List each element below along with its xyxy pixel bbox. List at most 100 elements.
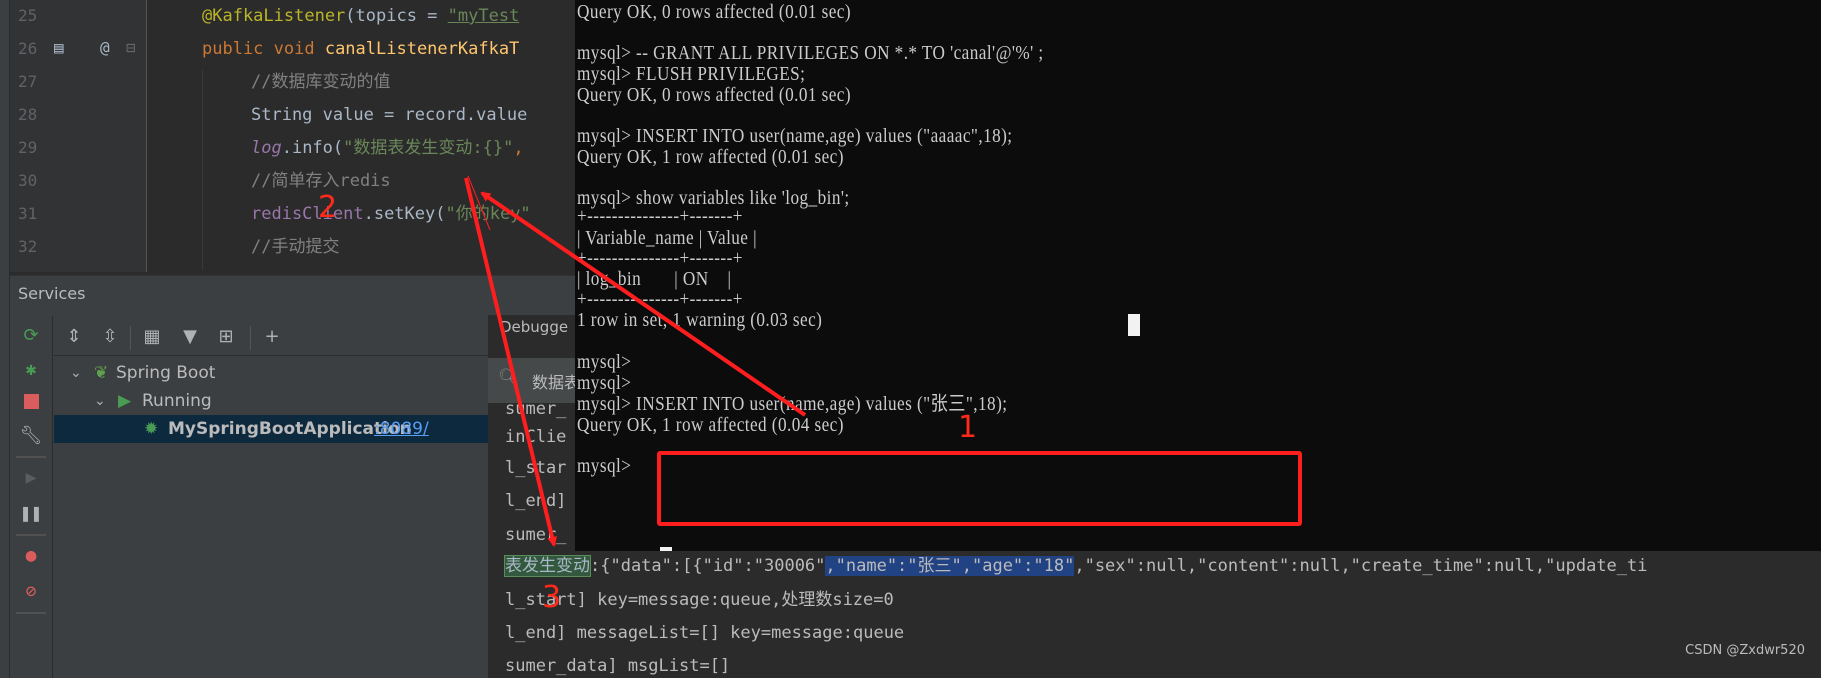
- chevron-down-icon[interactable]: ⌄: [70, 359, 82, 387]
- console-line: sumer_: [505, 399, 567, 419]
- expand-all-icon[interactable]: ⇕: [60, 322, 88, 350]
- tree-node-spring-boot[interactable]: ⌄ ❦ Spring Boot: [54, 359, 498, 387]
- services-horizontal-toolbar: ⇕ ⇳ ▦ ▼ ⊞ +: [54, 316, 498, 356]
- services-vertical-toolbar: ⟳ ✱ 🔧︎ ▶ ❚❚ ● ⊘: [10, 316, 53, 678]
- services-tree: ⌄ ❦ Spring Boot ⌄ ▶ Running ✹ MySpringBo…: [54, 357, 498, 678]
- chevron-down-icon[interactable]: ⌄: [94, 387, 106, 415]
- code-token: redisClient: [251, 204, 364, 224]
- code-token: ,: [513, 138, 524, 158]
- watermark: CSDN @Zxdwr520: [1685, 643, 1805, 658]
- code-token: "myTest: [447, 6, 520, 26]
- code-line: String value = record.value: [251, 99, 527, 132]
- debug-bug-icon: ✹: [144, 419, 159, 439]
- terminal-cursor: [1128, 314, 1140, 336]
- code-token: //数据库变动的值: [251, 72, 391, 92]
- terminal-line: Query OK, 0 rows affected (0.01 sec): [577, 84, 852, 106]
- line-number: 25: [18, 6, 38, 25]
- terminal-line: mysql>: [577, 455, 637, 477]
- gutter-line[interactable]: 32: [10, 231, 147, 264]
- terminal-line: Query OK, 0 rows affected (0.01 sec): [577, 1, 852, 23]
- collapse-all-icon[interactable]: ⇳: [96, 322, 124, 350]
- terminal-line: +---------------+-------+: [577, 205, 743, 227]
- gutter-line[interactable]: 27: [10, 66, 147, 99]
- code-token: .info(: [281, 138, 344, 158]
- code-token: .setKey(: [363, 204, 446, 224]
- toolbar-separator: [16, 534, 46, 536]
- console-line: sumer_: [505, 525, 567, 545]
- wrench-icon[interactable]: 🔧︎: [18, 422, 44, 448]
- tree-node-app[interactable]: ✹ MySpringBootApplication :8089/: [54, 415, 498, 443]
- line-number: 32: [18, 237, 38, 256]
- code-token: String value = record.value: [251, 105, 528, 125]
- line-number: 27: [18, 72, 38, 91]
- run-icon: ▶: [118, 391, 132, 411]
- tree-node-running[interactable]: ⌄ ▶ Running: [54, 387, 498, 415]
- code-line: @KafkaListener(topics = "myTest: [202, 0, 519, 33]
- services-title: Services: [18, 284, 86, 303]
- line-number: 29: [18, 138, 38, 157]
- code-token: (topics =: [345, 6, 448, 26]
- line-number: 31: [18, 204, 38, 223]
- left-tool-strip: [0, 0, 10, 678]
- console-log-line: 表发生变动:{"data":[{"id":"30006","name":"张三"…: [504, 551, 1648, 581]
- gutter-line[interactable]: 25: [10, 0, 147, 33]
- tree-label: Spring Boot: [116, 363, 216, 383]
- log-part: :{"data":[{"id":"30006": [590, 556, 826, 576]
- code-token: @KafkaListener: [202, 6, 346, 26]
- toolbar-separator: [16, 612, 46, 614]
- search-text: 数据表: [532, 373, 581, 392]
- terminal-line: 1 row in set, 1 warning (0.03 sec): [577, 309, 823, 331]
- gutter-line[interactable]: 29: [10, 132, 147, 165]
- console-line: inClie: [505, 427, 567, 447]
- gutter-line[interactable]: 28: [10, 99, 147, 132]
- code-line: //数据库变动的值: [251, 66, 390, 99]
- code-line: //简单存入redis: [251, 165, 391, 198]
- stop-icon[interactable]: [18, 388, 44, 414]
- line-number: 30: [18, 171, 38, 190]
- filter-icon[interactable]: ▼: [176, 322, 204, 350]
- line-number: 28: [18, 105, 38, 124]
- gutter-line[interactable]: 26 ▤ @ ⊟: [10, 33, 147, 66]
- annotation-icon[interactable]: @: [100, 38, 110, 57]
- rerun-icon[interactable]: ⟳: [18, 322, 44, 348]
- console-line: l_start] key=message:queue,处理数size=0: [505, 590, 894, 610]
- search-match-highlight: 表发生变动: [504, 555, 591, 577]
- implementation-icon[interactable]: ▤: [54, 38, 64, 57]
- debug-rerun-icon[interactable]: ✱: [18, 356, 44, 382]
- gutter-line[interactable]: 30: [10, 165, 147, 198]
- indent-guide: [202, 70, 203, 270]
- terminal-line: Query OK, 1 row affected (0.04 sec): [577, 414, 844, 436]
- selection-highlight: ,"name":"张三","age":"18": [825, 556, 1075, 576]
- code-token: canalListenerKafkaT: [324, 39, 520, 59]
- view-breakpoints-icon[interactable]: ●: [18, 542, 44, 568]
- code-token: //手动提交: [251, 237, 340, 257]
- mysql-terminal[interactable]: Query OK, 0 rows affected (0.01 sec) mysq…: [575, 0, 1821, 551]
- toolbar-separator: [250, 326, 251, 350]
- mute-breakpoints-icon[interactable]: ⊘: [18, 578, 44, 604]
- code-token: "数据表发生变动:{}": [343, 138, 514, 158]
- code-token: public void: [202, 39, 325, 59]
- fold-icon[interactable]: ⊟: [126, 38, 136, 57]
- new-tab-icon[interactable]: ⊞: [212, 322, 240, 350]
- code-token: "你的key": [445, 204, 531, 224]
- tab-debugger[interactable]: Debugge: [500, 318, 568, 336]
- spring-boot-icon: ❦: [94, 363, 109, 383]
- tree-label: Running: [142, 391, 212, 411]
- editor-gutter: 25 26 ▤ @ ⊟ 27 28 29 30 31 32: [10, 0, 147, 272]
- code-line: //手动提交: [251, 231, 339, 264]
- code-token: //简单存入redis: [251, 171, 391, 191]
- search-icon: 🔍︎: [498, 368, 520, 388]
- log-part: ,"sex":null,"content":null,"create_time"…: [1074, 556, 1648, 576]
- code-line: redisClient.setKey("你的key": [251, 198, 531, 231]
- toolbar-separator: [130, 326, 131, 350]
- code-line: public void canalListenerKafkaT: [202, 33, 519, 66]
- console-line: l_end]: [505, 491, 567, 511]
- pause-icon[interactable]: ❚❚: [18, 500, 44, 526]
- gutter-line[interactable]: 31: [10, 198, 147, 231]
- add-service-icon[interactable]: +: [258, 322, 286, 350]
- resume-icon[interactable]: ▶: [18, 464, 44, 490]
- app-port-link[interactable]: :8089/: [374, 415, 429, 443]
- code-area[interactable]: @KafkaListener(topics = "myTest public vo…: [148, 0, 588, 272]
- code-editor[interactable]: 25 26 ▤ @ ⊟ 27 28 29 30 31 32 @KafkaListener(topic…: [0, 0, 580, 272]
- group-by-icon[interactable]: ▦: [138, 322, 166, 350]
